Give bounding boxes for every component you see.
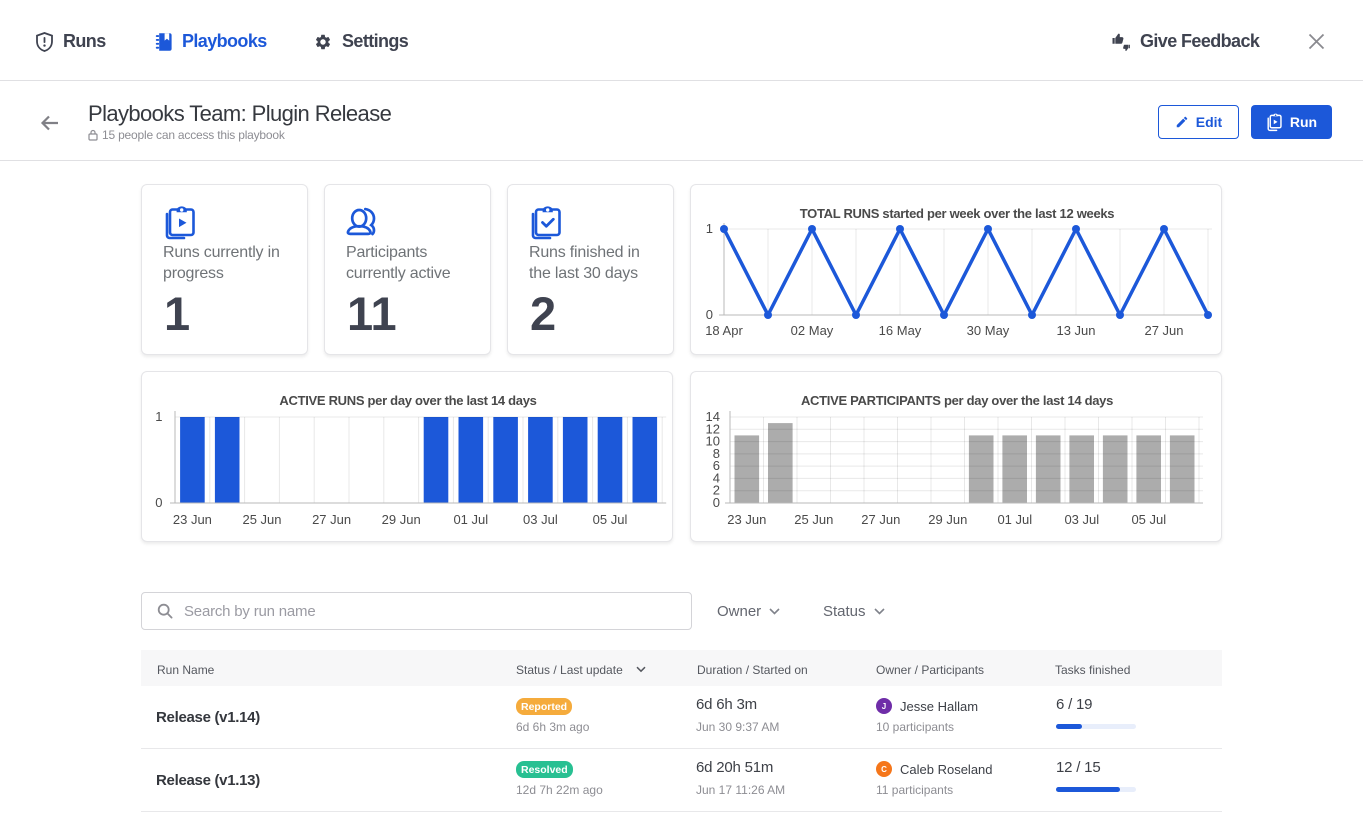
svg-text:25 Jun: 25 Jun [794,512,833,527]
svg-text:13 Jun: 13 Jun [1056,323,1095,338]
svg-text:23 Jun: 23 Jun [173,512,212,527]
svg-text:01 Jul: 01 Jul [997,512,1032,527]
svg-text:27 Jun: 27 Jun [1144,323,1183,338]
svg-text:14: 14 [706,409,720,424]
svg-text:03 Jul: 03 Jul [1064,512,1099,527]
svg-text:18 Apr: 18 Apr [705,323,743,338]
svg-text:05 Jul: 05 Jul [593,512,628,527]
svg-text:05 Jul: 05 Jul [1131,512,1166,527]
svg-text:TOTAL RUNS started per week ov: TOTAL RUNS started per week over the las… [800,206,1115,221]
svg-text:0: 0 [706,307,713,322]
svg-text:1: 1 [155,409,162,424]
svg-text:29 Jun: 29 Jun [382,512,421,527]
svg-text:16 May: 16 May [879,323,922,338]
svg-text:23 Jun: 23 Jun [727,512,766,527]
svg-text:25 Jun: 25 Jun [242,512,281,527]
svg-text:02 May: 02 May [791,323,834,338]
svg-text:ACTIVE PARTICIPANTS per day ov: ACTIVE PARTICIPANTS per day over the las… [801,393,1113,408]
svg-text:27 Jun: 27 Jun [861,512,900,527]
svg-text:29 Jun: 29 Jun [928,512,967,527]
svg-text:ACTIVE RUNS per day over the l: ACTIVE RUNS per day over the last 14 day… [279,393,536,408]
svg-text:0: 0 [155,495,162,510]
svg-text:01 Jul: 01 Jul [453,512,488,527]
svg-text:03 Jul: 03 Jul [523,512,558,527]
svg-text:30 May: 30 May [967,323,1010,338]
svg-text:27 Jun: 27 Jun [312,512,351,527]
svg-text:1: 1 [706,221,713,236]
